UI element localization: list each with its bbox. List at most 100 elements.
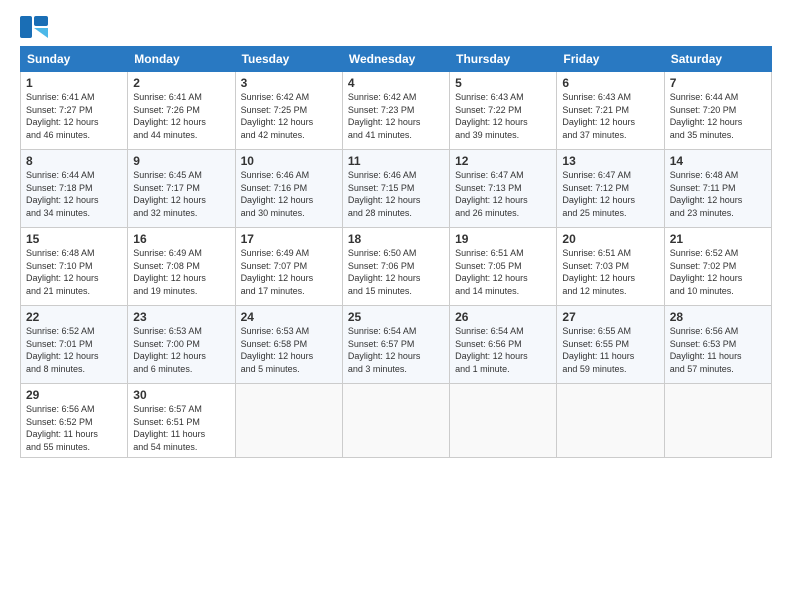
col-sunday: Sunday <box>21 47 128 72</box>
col-thursday: Thursday <box>450 47 557 72</box>
day-number: 3 <box>241 76 337 90</box>
day-number: 14 <box>670 154 766 168</box>
day-info: Sunrise: 6:47 AMSunset: 7:12 PMDaylight:… <box>562 169 658 219</box>
col-monday: Monday <box>128 47 235 72</box>
table-row <box>235 384 342 458</box>
table-row: 22Sunrise: 6:52 AMSunset: 7:01 PMDayligh… <box>21 306 128 384</box>
day-number: 5 <box>455 76 551 90</box>
table-row: 5Sunrise: 6:43 AMSunset: 7:22 PMDaylight… <box>450 72 557 150</box>
day-number: 29 <box>26 388 122 402</box>
day-info: Sunrise: 6:52 AMSunset: 7:01 PMDaylight:… <box>26 325 122 375</box>
table-row: 15Sunrise: 6:48 AMSunset: 7:10 PMDayligh… <box>21 228 128 306</box>
day-number: 21 <box>670 232 766 246</box>
calendar-row: 1Sunrise: 6:41 AMSunset: 7:27 PMDaylight… <box>21 72 772 150</box>
day-info: Sunrise: 6:57 AMSunset: 6:51 PMDaylight:… <box>133 403 229 453</box>
table-row: 14Sunrise: 6:48 AMSunset: 7:11 PMDayligh… <box>664 150 771 228</box>
day-number: 12 <box>455 154 551 168</box>
day-info: Sunrise: 6:49 AMSunset: 7:07 PMDaylight:… <box>241 247 337 297</box>
day-number: 13 <box>562 154 658 168</box>
table-row <box>342 384 449 458</box>
day-info: Sunrise: 6:47 AMSunset: 7:13 PMDaylight:… <box>455 169 551 219</box>
col-wednesday: Wednesday <box>342 47 449 72</box>
day-info: Sunrise: 6:49 AMSunset: 7:08 PMDaylight:… <box>133 247 229 297</box>
day-info: Sunrise: 6:48 AMSunset: 7:10 PMDaylight:… <box>26 247 122 297</box>
table-row: 30Sunrise: 6:57 AMSunset: 6:51 PMDayligh… <box>128 384 235 458</box>
calendar-table: Sunday Monday Tuesday Wednesday Thursday… <box>20 46 772 458</box>
table-row: 16Sunrise: 6:49 AMSunset: 7:08 PMDayligh… <box>128 228 235 306</box>
day-info: Sunrise: 6:54 AMSunset: 6:57 PMDaylight:… <box>348 325 444 375</box>
day-number: 24 <box>241 310 337 324</box>
calendar-row: 8Sunrise: 6:44 AMSunset: 7:18 PMDaylight… <box>21 150 772 228</box>
day-info: Sunrise: 6:56 AMSunset: 6:53 PMDaylight:… <box>670 325 766 375</box>
table-row: 6Sunrise: 6:43 AMSunset: 7:21 PMDaylight… <box>557 72 664 150</box>
day-number: 7 <box>670 76 766 90</box>
day-info: Sunrise: 6:55 AMSunset: 6:55 PMDaylight:… <box>562 325 658 375</box>
calendar-container: Sunday Monday Tuesday Wednesday Thursday… <box>0 0 792 468</box>
calendar-row: 22Sunrise: 6:52 AMSunset: 7:01 PMDayligh… <box>21 306 772 384</box>
table-row: 27Sunrise: 6:55 AMSunset: 6:55 PMDayligh… <box>557 306 664 384</box>
table-row: 10Sunrise: 6:46 AMSunset: 7:16 PMDayligh… <box>235 150 342 228</box>
table-row <box>557 384 664 458</box>
day-number: 10 <box>241 154 337 168</box>
day-info: Sunrise: 6:42 AMSunset: 7:25 PMDaylight:… <box>241 91 337 141</box>
table-row: 1Sunrise: 6:41 AMSunset: 7:27 PMDaylight… <box>21 72 128 150</box>
day-number: 15 <box>26 232 122 246</box>
day-info: Sunrise: 6:46 AMSunset: 7:15 PMDaylight:… <box>348 169 444 219</box>
header <box>20 16 772 38</box>
table-row: 23Sunrise: 6:53 AMSunset: 7:00 PMDayligh… <box>128 306 235 384</box>
day-info: Sunrise: 6:53 AMSunset: 7:00 PMDaylight:… <box>133 325 229 375</box>
day-info: Sunrise: 6:41 AMSunset: 7:26 PMDaylight:… <box>133 91 229 141</box>
day-number: 17 <box>241 232 337 246</box>
day-info: Sunrise: 6:43 AMSunset: 7:21 PMDaylight:… <box>562 91 658 141</box>
day-info: Sunrise: 6:41 AMSunset: 7:27 PMDaylight:… <box>26 91 122 141</box>
table-row <box>664 384 771 458</box>
col-tuesday: Tuesday <box>235 47 342 72</box>
day-number: 25 <box>348 310 444 324</box>
table-row: 3Sunrise: 6:42 AMSunset: 7:25 PMDaylight… <box>235 72 342 150</box>
calendar-row: 29Sunrise: 6:56 AMSunset: 6:52 PMDayligh… <box>21 384 772 458</box>
day-number: 27 <box>562 310 658 324</box>
table-row: 29Sunrise: 6:56 AMSunset: 6:52 PMDayligh… <box>21 384 128 458</box>
day-number: 23 <box>133 310 229 324</box>
day-info: Sunrise: 6:42 AMSunset: 7:23 PMDaylight:… <box>348 91 444 141</box>
logo <box>20 16 52 38</box>
day-number: 30 <box>133 388 229 402</box>
day-number: 8 <box>26 154 122 168</box>
table-row: 4Sunrise: 6:42 AMSunset: 7:23 PMDaylight… <box>342 72 449 150</box>
day-info: Sunrise: 6:52 AMSunset: 7:02 PMDaylight:… <box>670 247 766 297</box>
table-row: 17Sunrise: 6:49 AMSunset: 7:07 PMDayligh… <box>235 228 342 306</box>
day-info: Sunrise: 6:54 AMSunset: 6:56 PMDaylight:… <box>455 325 551 375</box>
day-info: Sunrise: 6:43 AMSunset: 7:22 PMDaylight:… <box>455 91 551 141</box>
table-row: 19Sunrise: 6:51 AMSunset: 7:05 PMDayligh… <box>450 228 557 306</box>
table-row: 12Sunrise: 6:47 AMSunset: 7:13 PMDayligh… <box>450 150 557 228</box>
day-number: 16 <box>133 232 229 246</box>
day-info: Sunrise: 6:51 AMSunset: 7:05 PMDaylight:… <box>455 247 551 297</box>
day-number: 28 <box>670 310 766 324</box>
day-number: 6 <box>562 76 658 90</box>
table-row: 25Sunrise: 6:54 AMSunset: 6:57 PMDayligh… <box>342 306 449 384</box>
day-info: Sunrise: 6:53 AMSunset: 6:58 PMDaylight:… <box>241 325 337 375</box>
day-number: 26 <box>455 310 551 324</box>
table-row: 7Sunrise: 6:44 AMSunset: 7:20 PMDaylight… <box>664 72 771 150</box>
table-row <box>450 384 557 458</box>
table-row: 26Sunrise: 6:54 AMSunset: 6:56 PMDayligh… <box>450 306 557 384</box>
table-row: 20Sunrise: 6:51 AMSunset: 7:03 PMDayligh… <box>557 228 664 306</box>
day-info: Sunrise: 6:56 AMSunset: 6:52 PMDaylight:… <box>26 403 122 453</box>
day-info: Sunrise: 6:45 AMSunset: 7:17 PMDaylight:… <box>133 169 229 219</box>
table-row: 8Sunrise: 6:44 AMSunset: 7:18 PMDaylight… <box>21 150 128 228</box>
day-number: 1 <box>26 76 122 90</box>
day-info: Sunrise: 6:50 AMSunset: 7:06 PMDaylight:… <box>348 247 444 297</box>
table-row: 28Sunrise: 6:56 AMSunset: 6:53 PMDayligh… <box>664 306 771 384</box>
day-info: Sunrise: 6:48 AMSunset: 7:11 PMDaylight:… <box>670 169 766 219</box>
day-number: 20 <box>562 232 658 246</box>
logo-icon <box>20 16 48 38</box>
calendar-header-row: Sunday Monday Tuesday Wednesday Thursday… <box>21 47 772 72</box>
calendar-row: 15Sunrise: 6:48 AMSunset: 7:10 PMDayligh… <box>21 228 772 306</box>
table-row: 2Sunrise: 6:41 AMSunset: 7:26 PMDaylight… <box>128 72 235 150</box>
col-friday: Friday <box>557 47 664 72</box>
table-row: 21Sunrise: 6:52 AMSunset: 7:02 PMDayligh… <box>664 228 771 306</box>
table-row: 13Sunrise: 6:47 AMSunset: 7:12 PMDayligh… <box>557 150 664 228</box>
day-info: Sunrise: 6:51 AMSunset: 7:03 PMDaylight:… <box>562 247 658 297</box>
day-info: Sunrise: 6:44 AMSunset: 7:18 PMDaylight:… <box>26 169 122 219</box>
day-number: 2 <box>133 76 229 90</box>
